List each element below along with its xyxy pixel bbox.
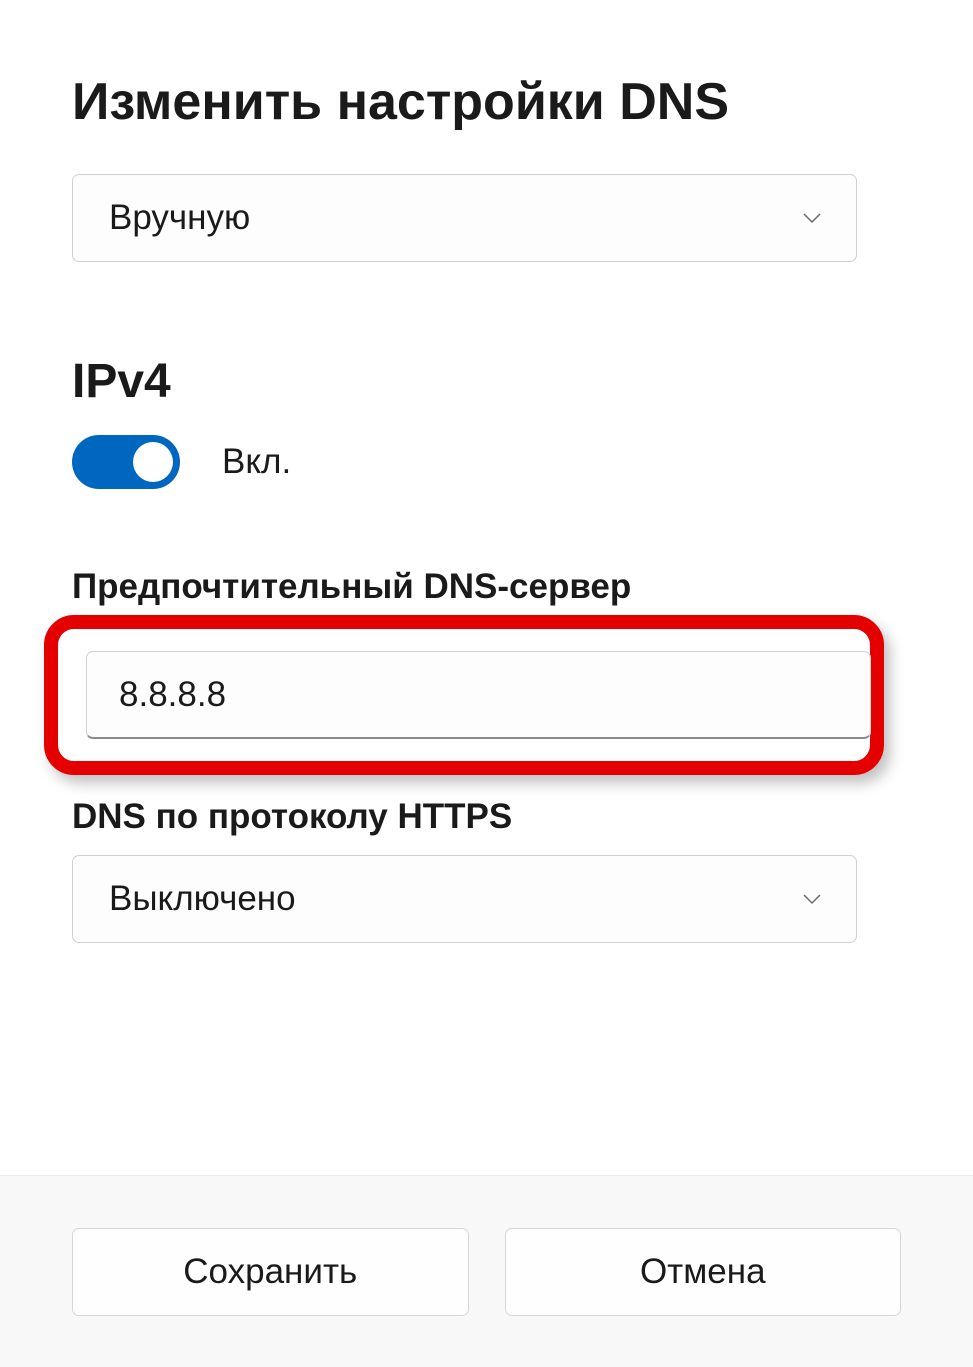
dialog-footer: Сохранить Отмена — [0, 1175, 973, 1367]
dns-https-dropdown[interactable]: Выключено — [72, 855, 857, 943]
preferred-dns-label: Предпочтительный DNS-сервер — [72, 567, 901, 607]
page-title: Изменить настройки DNS — [72, 72, 901, 132]
dns-https-label: DNS по протоколу HTTPS — [72, 797, 901, 837]
highlighted-input-frame — [44, 615, 884, 775]
chevron-down-icon — [800, 206, 824, 230]
cancel-button[interactable]: Отмена — [505, 1228, 902, 1316]
dns-https-selected: Выключено — [109, 879, 296, 919]
dns-mode-selected: Вручную — [109, 198, 250, 238]
toggle-knob — [133, 442, 173, 482]
ipv4-toggle[interactable] — [72, 435, 180, 489]
dns-mode-dropdown[interactable]: Вручную — [72, 174, 857, 262]
chevron-down-icon — [800, 887, 824, 911]
ipv4-toggle-label: Вкл. — [222, 442, 291, 482]
save-button[interactable]: Сохранить — [72, 1228, 469, 1316]
ipv4-section-label: IPv4 — [72, 354, 901, 409]
preferred-dns-input[interactable] — [86, 651, 871, 739]
